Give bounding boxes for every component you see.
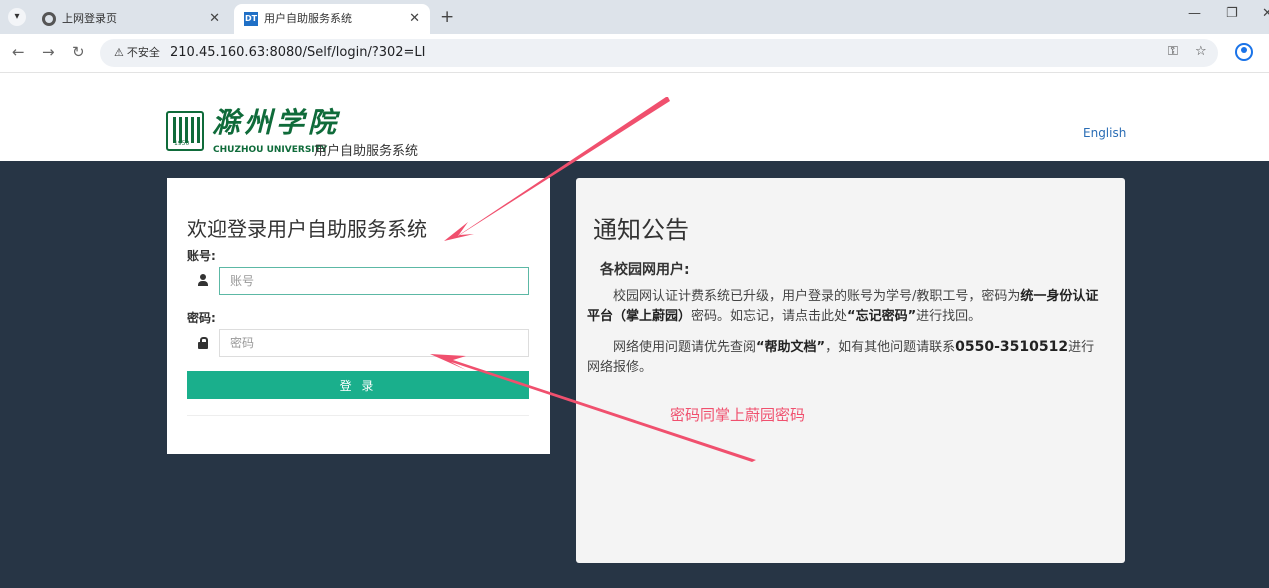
close-window-icon[interactable]: ✕ (1262, 6, 1269, 21)
close-icon[interactable]: ✕ (409, 4, 420, 34)
profile-icon[interactable] (1235, 43, 1253, 61)
login-button[interactable]: 登 录 (187, 371, 529, 399)
site-favicon-icon: DT (244, 12, 258, 26)
tab-login-page[interactable]: 上网登录页 ✕ (32, 4, 230, 34)
security-chip[interactable]: ⚠ 不安全 (108, 43, 166, 63)
warning-icon: ⚠ (114, 46, 124, 59)
password-input-group (187, 329, 529, 357)
page-header: 1950 滁州学院 CHUZHOU UNIVERSITY 用户自助服务系统 En… (0, 73, 1269, 161)
account-input-group (187, 267, 529, 295)
hotline-number: 0550-3510512 (955, 339, 1069, 355)
password-input[interactable] (219, 329, 529, 357)
globe-icon (42, 12, 56, 26)
browser-tab-bar: ▾ 上网登录页 ✕ DT 用户自助服务系统 ✕ + — ❐ ✕ (0, 0, 1269, 34)
browser-toolbar: ← → ↻ ⚠ 不安全 210.45.160.63:8080/Self/login… (0, 34, 1269, 73)
login-panel: 欢迎登录用户自助服务系统 账号: 密码: 登 录 (167, 178, 550, 454)
annotation-note: 密码同掌上蔚园密码 (670, 406, 806, 424)
url-text[interactable]: 210.45.160.63:8080/Self/login/?302=LI (170, 39, 426, 67)
system-name: 用户自助服务系统 (314, 144, 419, 159)
tab-label: 上网登录页 (62, 12, 117, 25)
password-addon (187, 329, 219, 357)
address-bar[interactable]: ⚠ 不安全 210.45.160.63:8080/Self/login/?302=… (100, 39, 1218, 67)
forgot-password-link[interactable]: “忘记密码” (847, 309, 916, 324)
school-name-cn: 滁州学院 (212, 106, 341, 139)
notice-panel: 通知公告 各校园网用户: 校园网认证计费系统已升级，用户登录的账号为学号/教职工… (576, 178, 1125, 563)
account-label: 账号: (187, 249, 216, 263)
bookmark-star-icon[interactable]: ☆ (1195, 44, 1207, 59)
login-title: 欢迎登录用户自助服务系统 (187, 217, 427, 241)
back-arrow-icon[interactable]: ← (12, 43, 25, 61)
lock-icon (198, 337, 208, 349)
close-icon[interactable]: ✕ (209, 4, 220, 34)
forward-arrow-icon[interactable]: → (42, 43, 55, 61)
school-name-en: CHUZHOU UNIVERSITY (213, 145, 328, 155)
restore-icon[interactable]: ❐ (1226, 6, 1238, 21)
english-language-link[interactable]: English (1083, 126, 1126, 140)
account-addon (187, 267, 219, 295)
logo-mark-icon: 1950 (166, 111, 204, 151)
notice-greeting: 各校园网用户: (600, 262, 690, 278)
reload-icon[interactable]: ↻ (72, 43, 85, 61)
university-logo: 1950 (166, 111, 206, 153)
tab-self-service[interactable]: DT 用户自助服务系统 ✕ (234, 4, 430, 34)
notice-paragraph-2: 网络使用问题请优先查阅“帮助文档”，如有其他问题请联系0550-3510512进… (587, 339, 1095, 375)
password-label: 密码: (187, 311, 216, 325)
user-icon (198, 274, 208, 288)
tab-search-chevron-icon[interactable]: ▾ (8, 8, 26, 26)
password-key-icon[interactable]: ⚿ (1168, 44, 1178, 59)
tab-label: 用户自助服务系统 (264, 12, 352, 25)
security-label: 不安全 (126, 46, 160, 59)
logo-year: 1950 (174, 140, 190, 147)
divider (187, 415, 529, 416)
notice-paragraph-1: 校园网认证计费系统已升级，用户登录的账号为学号/教职工号，密码为统一身份认证平台… (587, 289, 1099, 324)
help-doc-link[interactable]: “帮助文档” (756, 340, 825, 355)
account-input[interactable] (219, 267, 529, 295)
minimize-icon[interactable]: — (1188, 6, 1201, 21)
new-tab-plus-icon[interactable]: + (440, 7, 454, 27)
notice-title: 通知公告 (593, 216, 689, 244)
